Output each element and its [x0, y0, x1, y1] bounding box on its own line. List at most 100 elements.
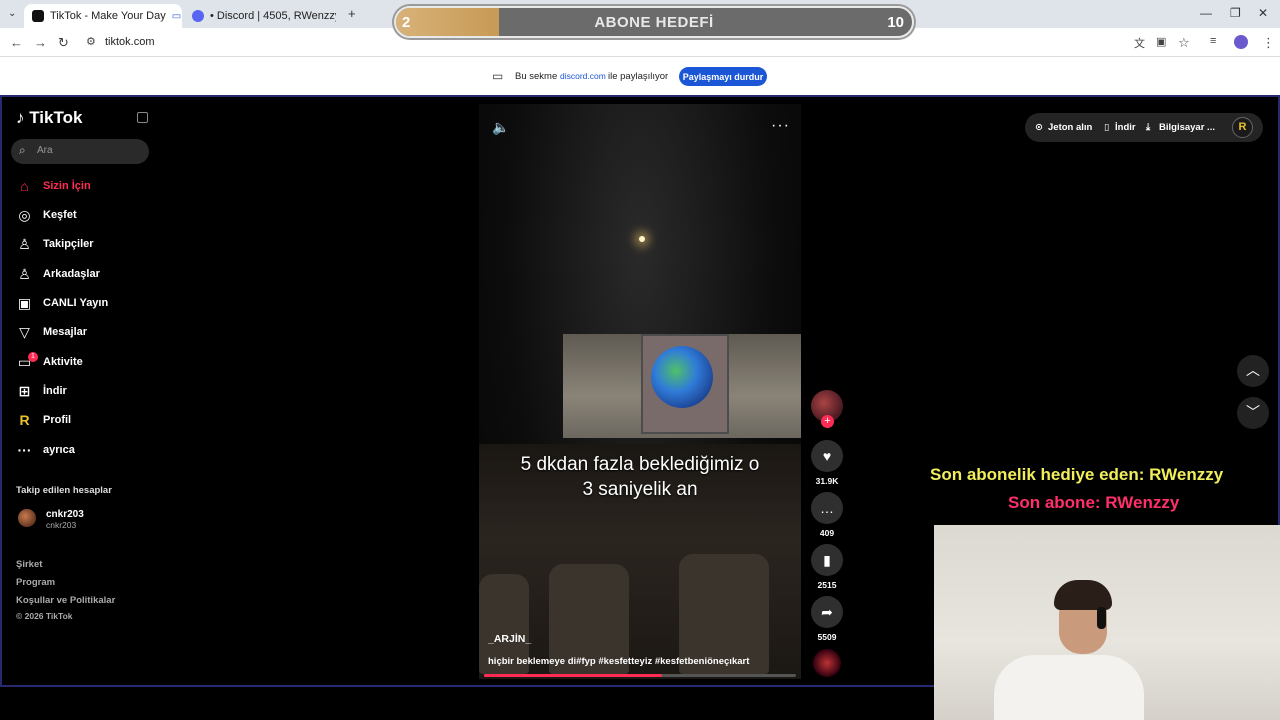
nav-label: Takipçiler: [43, 238, 94, 250]
search-icon: ⌕: [19, 143, 26, 157]
share-prefix: Bu sekme: [515, 71, 558, 82]
get-coins-link[interactable]: Jeton alın: [1048, 122, 1092, 133]
menu-kebab-icon[interactable]: ⋮: [1262, 35, 1275, 51]
comment-count: 409: [819, 528, 835, 538]
tiktok-favicon-icon: [32, 10, 44, 22]
nav-for-you[interactable]: ⌂ Sizin İçin: [16, 176, 146, 196]
reload-icon[interactable]: ↻: [58, 35, 69, 51]
tiktok-logo[interactable]: ♪ TikTok: [16, 108, 82, 128]
desktop-app-link[interactable]: Bilgisayar ...: [1159, 122, 1215, 133]
profile-avatar[interactable]: [1234, 35, 1248, 49]
nav-profile[interactable]: R Profil: [16, 410, 146, 430]
minimize-icon[interactable]: —: [1200, 6, 1212, 20]
cast-icon[interactable]: ▣: [1156, 35, 1166, 48]
nav-label: İndir: [43, 385, 67, 397]
tab-list-icon[interactable]: ⌄: [8, 8, 16, 19]
nav-explore[interactable]: ◎ Keşfet: [16, 205, 146, 225]
nav-download[interactable]: ⊞ İndir: [16, 381, 146, 401]
last-sub-label: Son abone: RWenzzy: [1008, 493, 1180, 512]
url-field[interactable]: tiktok.com: [105, 36, 155, 48]
chevron-down-icon: ﹀: [1246, 404, 1260, 420]
footer-link-terms[interactable]: Koşullar ve Politikalar: [16, 595, 115, 606]
phone-icon: ▯: [1104, 122, 1110, 133]
share-button[interactable]: ➦: [811, 596, 843, 628]
footer-link-program[interactable]: Program: [16, 577, 55, 588]
desktop-download-icon: ⤓: [1146, 122, 1151, 133]
avatar[interactable]: [18, 509, 36, 527]
stop-sharing-button[interactable]: Paylaşmayı durdur: [679, 67, 767, 86]
nav-label: Mesajlar: [43, 326, 88, 338]
nav-following[interactable]: ♙ Takipçiler: [16, 234, 146, 254]
last-gift-sub-label: Son abonelik hediye eden: RWenzzy: [930, 465, 1224, 484]
logo-text: TikTok: [29, 108, 83, 127]
tab-cast-icon: ▭: [171, 10, 182, 22]
caption-line: 3 saniyelik an: [582, 479, 698, 500]
music-disc-icon[interactable]: [813, 649, 841, 677]
video-more-icon[interactable]: ···: [771, 117, 790, 135]
bookmark-star-icon[interactable]: ☆: [1178, 35, 1190, 51]
share-domain[interactable]: discord.com: [560, 71, 606, 81]
tab-sharing-bar: ▭ Bu sekme discord.com ile paylaşılıyor: [0, 57, 1280, 95]
goal-title: ABONE HEDEFİ: [594, 14, 714, 31]
nav-more[interactable]: ··· ayrıca: [16, 440, 146, 460]
coin-icon: ⊙: [1035, 122, 1043, 133]
reading-list-icon[interactable]: ≡: [1210, 35, 1216, 47]
tab-discord[interactable]: • Discord | 4505, RWenzzy. ◉ ✕: [184, 4, 336, 28]
tab-tiktok[interactable]: TikTok - Make Your Day ▭ ✕: [24, 4, 182, 28]
video-progress-bar[interactable]: [484, 674, 796, 677]
profile-avatar[interactable]: R: [1232, 117, 1253, 138]
nav-label: CANLI Yayın: [43, 297, 109, 309]
nav-label: ayrıca: [43, 444, 75, 456]
comment-button[interactable]: …: [811, 492, 843, 524]
nav-messages[interactable]: ▽ Mesajlar: [16, 322, 146, 342]
nav-friends[interactable]: ♙ Arkadaşlar: [16, 264, 146, 284]
caption-line: 5 dkdan fazla beklediğimiz o: [520, 454, 760, 475]
footer-copyright: © 2026 TikTok: [16, 611, 73, 621]
restore-icon[interactable]: ❐: [1230, 6, 1241, 20]
nav-label: Sizin İçin: [43, 180, 91, 192]
game-window: [641, 334, 729, 434]
screen-share-icon: ▭: [492, 69, 504, 83]
top-right-controls: ⊙ Jeton alın ▯ İndir ⤓ Bilgisayar ...: [1025, 113, 1263, 142]
translate-icon[interactable]: 文: [1134, 35, 1145, 51]
share-arrow-icon: ➦: [821, 604, 833, 620]
planet-graphic: [651, 346, 713, 408]
download-app-link[interactable]: İndir: [1115, 122, 1136, 133]
previous-video-button[interactable]: ︿: [1237, 355, 1269, 387]
video-player[interactable]: [479, 104, 801, 679]
video-caption: 5 dkdan fazla beklediğimiz o 3 saniyelik…: [479, 452, 801, 502]
like-count: 31.9K: [815, 476, 839, 486]
following-account-name[interactable]: cnkr203: [46, 509, 84, 520]
heart-icon: ♥: [822, 448, 832, 464]
new-tab-icon[interactable]: +: [348, 6, 356, 21]
more-icon: ···: [17, 442, 32, 458]
nav-label: Aktivite: [43, 356, 83, 368]
footer-link-company[interactable]: Şirket: [16, 559, 42, 570]
headset-icon: [1097, 607, 1106, 629]
save-button[interactable]: ▮: [811, 544, 843, 576]
nav-label: Profil: [43, 414, 72, 426]
profile-icon: R: [19, 412, 30, 428]
video-description[interactable]: hiçbir beklemeye di#fyp #kesfetteyiz #ke…: [488, 656, 749, 667]
nav-label: Keşfet: [43, 209, 77, 221]
discord-favicon-icon: [192, 10, 204, 22]
volume-icon[interactable]: 🔈: [492, 119, 509, 136]
like-button[interactable]: ♥: [811, 440, 843, 472]
following-account-username: cnkr203: [46, 520, 77, 530]
video-progress-fill: [484, 674, 662, 677]
next-video-button[interactable]: ﹀: [1237, 397, 1269, 429]
forward-icon[interactable]: →: [34, 35, 47, 50]
site-info-icon[interactable]: ⚙: [86, 35, 96, 48]
live-icon: ▣: [17, 294, 32, 311]
chevron-up-icon: ︿: [1246, 362, 1260, 378]
nav-live[interactable]: ▣ CANLI Yayın: [16, 293, 146, 313]
goal-target: 10: [887, 14, 904, 31]
back-icon[interactable]: ←: [10, 35, 23, 50]
close-window-icon[interactable]: ✕: [1258, 6, 1268, 20]
search-input[interactable]: ⌕ Ara: [11, 139, 149, 164]
follow-plus-icon[interactable]: +: [821, 415, 834, 428]
bookmark-icon: ▮: [823, 552, 831, 568]
tab-title: • Discord | 4505, RWenzzy.: [210, 10, 336, 22]
video-author[interactable]: _ARJİN_: [488, 633, 531, 645]
collapse-sidebar-icon[interactable]: [137, 112, 148, 123]
